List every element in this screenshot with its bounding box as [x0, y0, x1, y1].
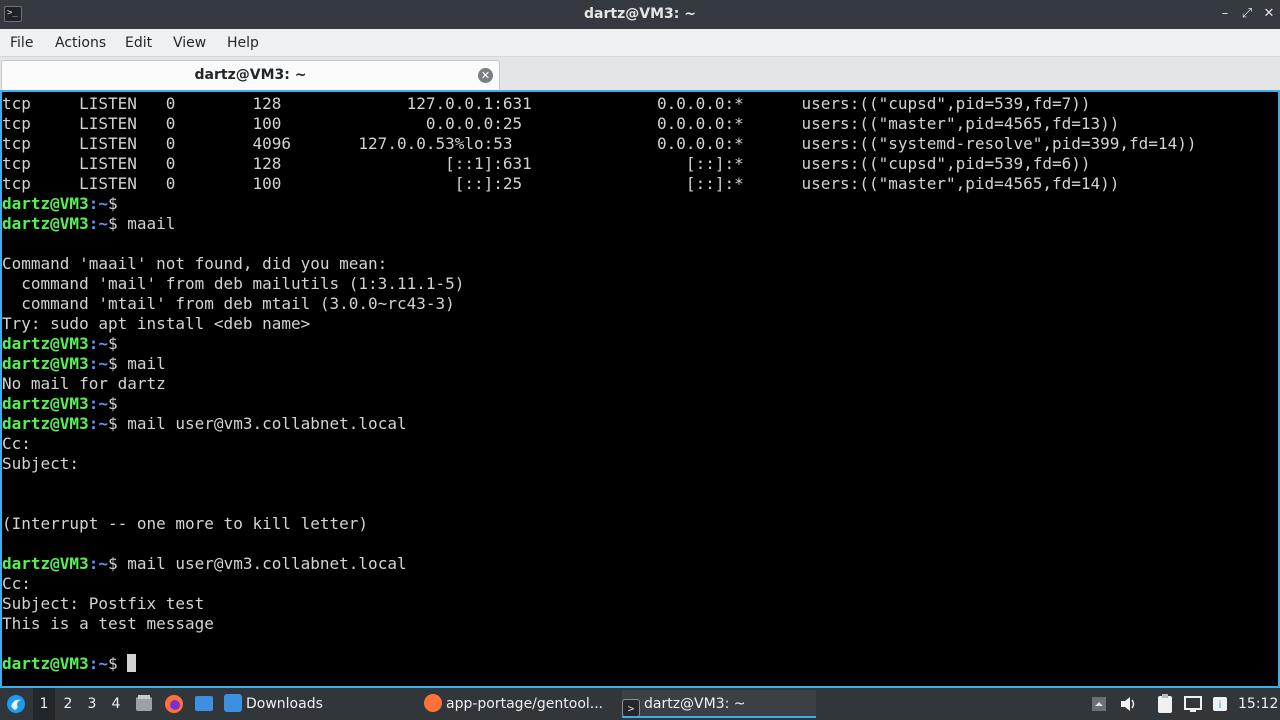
window-title: dartz@VM3: ~	[584, 6, 696, 22]
desktop-2[interactable]: 2	[57, 688, 79, 720]
tab-close-icon[interactable]: ✕	[478, 68, 493, 83]
prompt-path: :~	[88, 414, 108, 433]
prompt-user: dartz@VM3	[2, 334, 89, 353]
output-line: tcp LISTEN 0 100 0.0.0.0:25 0.0.0.0:* us…	[2, 114, 1120, 133]
display-icon[interactable]	[1183, 688, 1205, 720]
output-line: tcp LISTEN 0 128 127.0.0.1:631 0.0.0.0:*…	[2, 94, 1091, 113]
close-icon[interactable]: ✕	[1261, 6, 1277, 22]
prompt-line: dartz@VM3:~$	[2, 334, 127, 354]
task-downloads[interactable]: Downloads	[224, 690, 414, 718]
prompt-path: :~	[88, 214, 108, 233]
output-line: No mail for dartz	[2, 374, 166, 393]
output-line: tcp LISTEN 0 4096 127.0.0.53%lo:53 0.0.0…	[2, 134, 1197, 153]
desktop-1[interactable]: 1	[33, 688, 55, 720]
output-line: command 'mtail' from deb mtail (3.0.0~rc…	[2, 294, 455, 313]
command-text: mail user@vm3.collabnet.local	[127, 554, 407, 573]
output-line: Cc:	[2, 434, 31, 453]
tab-bar: dartz@VM3: ~ ✕	[0, 57, 1280, 90]
prompt-user: dartz@VM3	[2, 214, 89, 233]
prompt-symbol: $	[107, 554, 128, 573]
menu-edit[interactable]: Edit	[125, 29, 152, 57]
desktop-show-icon[interactable]	[193, 688, 215, 720]
prompt-line: dartz@VM3:~$ mail	[2, 354, 166, 374]
minimize-icon[interactable]: –	[1217, 6, 1233, 22]
volume-icon[interactable]	[1118, 688, 1138, 720]
tray-expand-icon[interactable]	[1090, 688, 1110, 720]
window-titlebar[interactable]: >_ dartz@VM3: ~ – ⤢ ✕	[0, 0, 1280, 29]
prompt-symbol: $	[107, 414, 128, 433]
output-line: tcp LISTEN 0 100 [::]:25 [::]:* users:((…	[2, 174, 1120, 193]
terminal-icon: >	[622, 699, 640, 716]
folder-icon	[224, 694, 242, 712]
prompt-user: dartz@VM3	[2, 414, 89, 433]
maximize-icon[interactable]: ⤢	[1239, 6, 1255, 22]
prompt-user: dartz@VM3	[2, 554, 89, 573]
tab-terminal[interactable]: dartz@VM3: ~ ✕	[1, 60, 500, 90]
firefox-icon	[424, 694, 442, 712]
prompt-line: dartz@VM3:~$	[2, 654, 137, 674]
prompt-line: dartz@VM3:~$ mail user@vm3.collabnet.loc…	[2, 414, 407, 434]
output-line: Cc:	[2, 574, 31, 593]
file-manager-launcher-icon[interactable]	[135, 688, 155, 720]
output-line: Try: sudo apt install <deb name>	[2, 314, 311, 333]
prompt-symbol: $	[107, 654, 128, 673]
prompt-user: dartz@VM3	[2, 654, 89, 673]
tab-label: dartz@VM3: ~	[194, 67, 307, 83]
prompt-symbol: $	[107, 194, 128, 213]
prompt-path: :~	[88, 334, 108, 353]
svg-text:i: i	[1219, 700, 1222, 711]
output-line: Subject: Postfix test	[2, 594, 205, 613]
prompt-line: dartz@VM3:~$	[2, 194, 127, 214]
text-cursor	[127, 654, 137, 672]
menu-bar: File Actions Edit View Help	[0, 29, 1280, 57]
desktop-4[interactable]: 4	[105, 688, 127, 720]
terminal-output[interactable]: tcp LISTEN 0 128 127.0.0.1:631 0.0.0.0:*…	[0, 90, 1280, 688]
taskbar: 1 2 3 4 Downloads app-portage/gentool...…	[0, 688, 1280, 720]
prompt-user: dartz@VM3	[2, 194, 89, 213]
prompt-user: dartz@VM3	[2, 354, 89, 373]
prompt-path: :~	[88, 194, 108, 213]
prompt-path: :~	[88, 394, 108, 413]
prompt-path: :~	[88, 654, 108, 673]
firefox-launcher-icon[interactable]	[163, 688, 185, 720]
prompt-symbol: $	[107, 214, 128, 233]
output-line: This is a test message	[2, 614, 214, 633]
command-text: mail	[127, 354, 166, 373]
command-text: maail	[127, 214, 176, 233]
prompt-path: :~	[88, 354, 108, 373]
prompt-symbol: $	[107, 394, 128, 413]
output-line: Command 'maail' not found, did you mean:	[2, 254, 388, 273]
menu-view[interactable]: View	[173, 29, 206, 57]
prompt-line: dartz@VM3:~$ maail	[2, 214, 175, 234]
task-label: dartz@VM3: ~	[644, 696, 746, 712]
prompt-line: dartz@VM3:~$	[2, 394, 127, 414]
updates-icon[interactable]: i	[1210, 688, 1230, 720]
task-firefox[interactable]: app-portage/gentool...	[424, 690, 614, 718]
command-text: mail user@vm3.collabnet.local	[127, 414, 407, 433]
app-launcher-icon[interactable]	[4, 688, 30, 720]
prompt-line: dartz@VM3:~$ mail user@vm3.collabnet.loc…	[2, 554, 407, 574]
menu-actions[interactable]: Actions	[55, 29, 106, 57]
task-terminal[interactable]: > dartz@VM3: ~	[622, 690, 816, 718]
clock[interactable]: 15:12	[1238, 688, 1278, 720]
prompt-path: :~	[88, 554, 108, 573]
prompt-symbol: $	[107, 334, 128, 353]
prompt-symbol: $	[107, 354, 128, 373]
menu-help[interactable]: Help	[227, 29, 259, 57]
clipboard-icon[interactable]	[1155, 688, 1177, 720]
task-label: Downloads	[246, 696, 323, 712]
task-label: app-portage/gentool...	[446, 696, 604, 712]
desktop-3[interactable]: 3	[81, 688, 103, 720]
output-line: Subject:	[2, 454, 80, 473]
menu-file[interactable]: File	[10, 29, 33, 57]
output-line: (Interrupt -- one more to kill letter)	[2, 514, 369, 533]
output-line: tcp LISTEN 0 128 [::1]:631 [::]:* users:…	[2, 154, 1091, 173]
prompt-user: dartz@VM3	[2, 394, 89, 413]
output-line: command 'mail' from deb mailutils (1:3.1…	[2, 274, 465, 293]
